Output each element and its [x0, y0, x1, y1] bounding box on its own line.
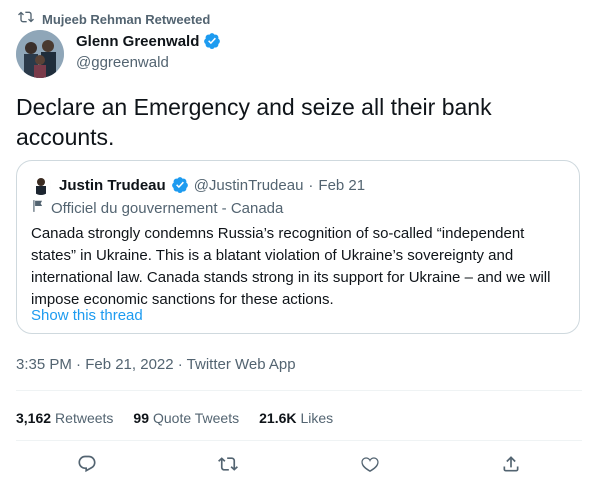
- quote-tweets-stat[interactable]: 99 Quote Tweets: [133, 410, 239, 426]
- tweet-timestamp[interactable]: 3:35 PM · Feb 21, 2022 · Twitter Web App: [16, 356, 296, 373]
- likes-stat[interactable]: 21.6K Likes: [259, 410, 333, 426]
- action-bar: [16, 452, 582, 476]
- author-name-row[interactable]: Glenn Greenwald: [76, 32, 221, 50]
- retweets-count: 3,162: [16, 410, 52, 426]
- show-thread-link[interactable]: Show this thread: [31, 307, 143, 324]
- government-label[interactable]: Officiel du gouvernement - Canada: [31, 199, 283, 217]
- quoted-date[interactable]: Feb 21: [318, 177, 365, 194]
- quoted-tweet-text: Canada strongly condemns Russia’s recogn…: [31, 225, 551, 308]
- divider: [16, 390, 582, 391]
- flag-icon: [31, 199, 45, 217]
- retweets-label: Retweets: [55, 410, 114, 426]
- quoted-avatar: [31, 175, 51, 195]
- government-label-text: Officiel du gouvernement - Canada: [51, 199, 284, 217]
- likes-count: 21.6K: [259, 410, 297, 426]
- tweet-text: Declare an Emergency and seize all their…: [16, 94, 492, 150]
- retweets-stat[interactable]: 3,162 Retweets: [16, 410, 113, 426]
- like-icon[interactable]: [358, 452, 382, 476]
- author-name[interactable]: Glenn Greenwald: [76, 33, 199, 50]
- retweet-icon[interactable]: [216, 452, 240, 476]
- reply-icon[interactable]: [75, 452, 99, 476]
- share-icon[interactable]: [499, 452, 523, 476]
- divider: [16, 440, 582, 441]
- quoted-separator: ·: [308, 176, 314, 194]
- engagement-stats: 3,162 Retweets 99 Quote Tweets 21.6K Likes: [16, 410, 333, 426]
- verified-badge-icon: [171, 176, 189, 194]
- quoted-tweet-header: Justin Trudeau @JustinTrudeau · Feb 21: [31, 175, 365, 195]
- quote-tweets-count: 99: [133, 410, 149, 426]
- quoted-author-handle[interactable]: @JustinTrudeau: [194, 177, 304, 194]
- quoted-author-name[interactable]: Justin Trudeau: [59, 177, 166, 194]
- quoted-tweet-card[interactable]: Justin Trudeau @JustinTrudeau · Feb 21 O…: [16, 160, 580, 334]
- quote-tweets-label: Quote Tweets: [152, 410, 240, 426]
- verified-badge-icon: [203, 32, 221, 50]
- retweet-icon: [18, 9, 34, 30]
- avatar[interactable]: [16, 30, 64, 78]
- author-handle[interactable]: @ggreenwald: [76, 54, 169, 71]
- retweeted-by-label: Mujeeb Rehman Retweeted: [42, 11, 211, 27]
- likes-label: Likes: [300, 410, 334, 426]
- retweeted-by-header[interactable]: Mujeeb Rehman Retweeted: [18, 10, 210, 28]
